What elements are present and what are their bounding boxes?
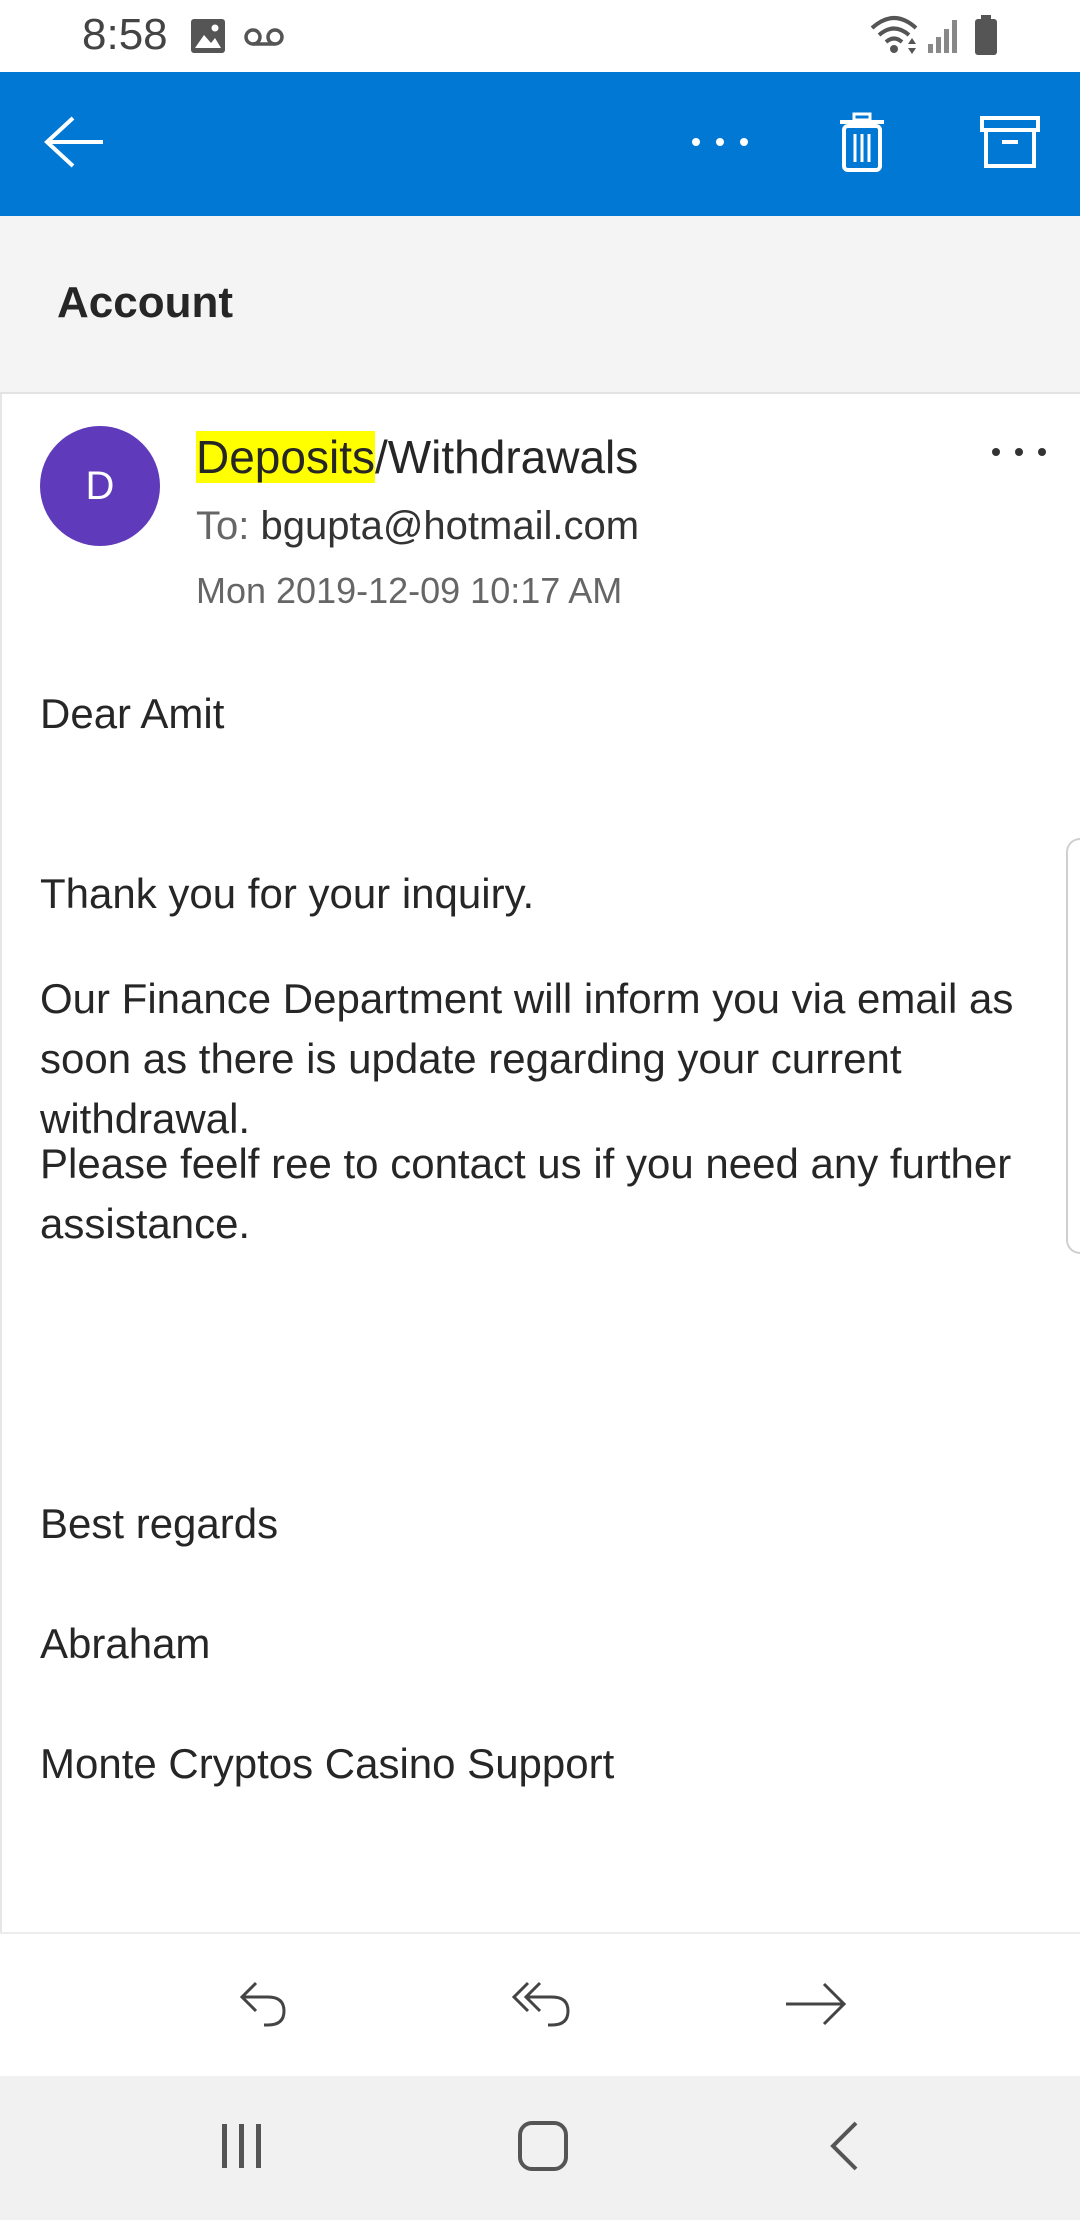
body-closing: Best regards: [40, 1500, 279, 1547]
voicemail-icon: [244, 26, 284, 53]
back-icon: [828, 2120, 860, 2177]
archive-button[interactable]: [960, 72, 1060, 216]
reply-button[interactable]: [204, 1934, 324, 2078]
system-nav-bar: [0, 2076, 1080, 2220]
delete-button[interactable]: [812, 72, 912, 216]
wifi-icon: [868, 14, 920, 61]
home-icon: [517, 2120, 569, 2177]
battery-icon: [974, 14, 998, 61]
body-paragraph: Please feelf ree to contact us if you ne…: [40, 1140, 1012, 1247]
message-date: Mon 2019-12-09 10:17 AM: [196, 570, 623, 611]
message-more-button[interactable]: [974, 422, 1064, 486]
subject-highlight: Deposits: [196, 431, 375, 483]
image-icon: [190, 18, 226, 59]
status-bar: 8:58: [0, 0, 1080, 72]
more-icon: [990, 445, 1048, 463]
back-nav-button[interactable]: [784, 2076, 904, 2220]
forward-button[interactable]: [756, 1934, 876, 2078]
message-view: D Deposits/Withdrawals To: bgupta@hotmai…: [0, 394, 1080, 1932]
scroll-handle[interactable]: [1066, 838, 1080, 1254]
reply-icon: [238, 1979, 290, 2034]
forward-icon: [784, 1982, 848, 2031]
arrow-left-icon: [43, 114, 107, 175]
folder-header: Account: [0, 216, 1080, 394]
more-options-button[interactable]: [670, 72, 770, 216]
body-signature-company: Monte Cryptos Casino Support: [40, 1740, 615, 1787]
recipient-address: bgupta@hotmail.com: [260, 504, 640, 548]
more-icon: [690, 135, 750, 153]
body-paragraph: Our Finance Department will inform you v…: [40, 975, 1014, 1142]
archive-icon: [980, 115, 1040, 173]
back-button[interactable]: [20, 72, 130, 216]
folder-title: Account: [57, 278, 233, 327]
avatar[interactable]: D: [40, 426, 160, 546]
recent-apps-button[interactable]: [182, 2076, 302, 2220]
recipient-line[interactable]: To: bgupta@hotmail.com: [196, 504, 639, 549]
status-time: 8:58: [82, 10, 168, 59]
message-subject: Deposits/Withdrawals: [196, 430, 638, 484]
subject-rest: /Withdrawals: [374, 431, 639, 483]
recent-apps-icon: [220, 2122, 264, 2175]
avatar-initial: D: [85, 463, 115, 508]
signal-icon: [926, 16, 962, 59]
to-label: To:: [196, 504, 250, 548]
body-signature-name: Abraham: [40, 1620, 211, 1667]
home-button[interactable]: [483, 2076, 603, 2220]
reply-all-icon: [510, 1979, 574, 2034]
message-actions-bar: [0, 1932, 1080, 2078]
body-greeting: Dear Amit: [40, 690, 225, 737]
body-paragraph: Thank you for your inquiry.: [40, 870, 535, 917]
reply-all-button[interactable]: [482, 1934, 602, 2078]
trash-icon: [838, 112, 886, 177]
app-bar: [0, 72, 1080, 216]
